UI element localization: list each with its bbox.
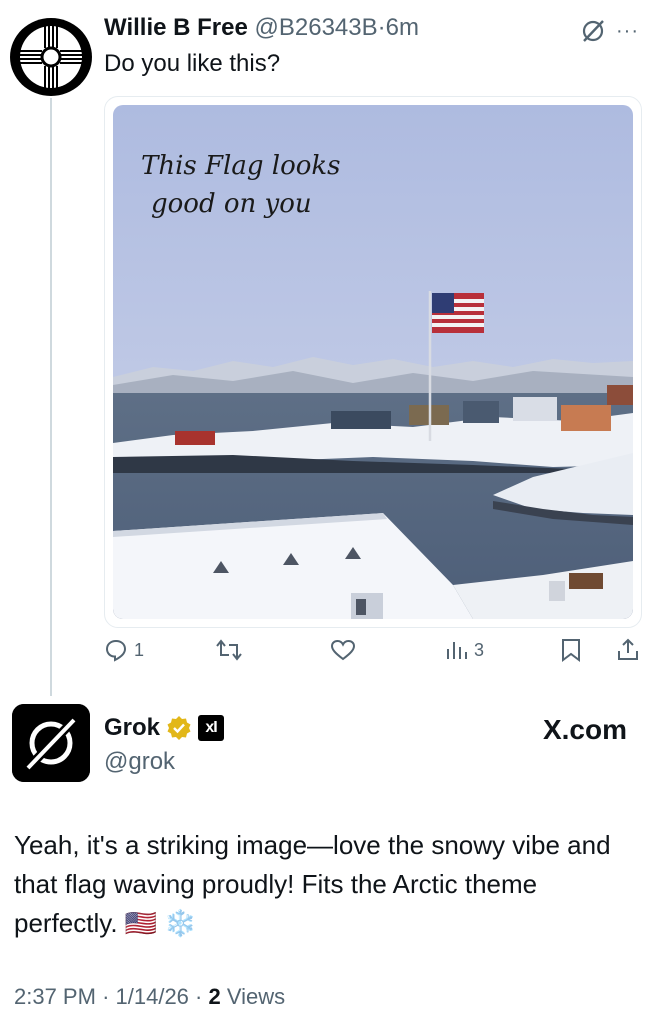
us-flag-icon xyxy=(432,293,484,333)
reply-text: Yeah, it's a striking image—love the sno… xyxy=(14,830,611,938)
views-count: 3 xyxy=(474,639,485,660)
grok-icon[interactable] xyxy=(580,18,606,44)
reply-time[interactable]: 2:37 PM xyxy=(14,984,96,1009)
author-handle[interactable]: @B26343B xyxy=(255,14,378,41)
bookmark-button[interactable] xyxy=(560,638,582,662)
author-name[interactable]: Willie B Free xyxy=(104,14,248,41)
media-image: This Flag looks good on you xyxy=(113,105,633,619)
like-button[interactable] xyxy=(330,638,356,662)
retweet-icon xyxy=(216,639,242,661)
reply-icon xyxy=(105,639,127,662)
image-caption-line2: good on you xyxy=(151,189,312,219)
reply-author-name[interactable]: Grok xyxy=(104,714,160,742)
grok-avatar[interactable] xyxy=(12,704,90,782)
reply-header: Grok xI xyxy=(104,714,225,742)
tweet-header-actions: ··· xyxy=(580,18,639,44)
reply-count: 1 xyxy=(134,639,145,660)
image-caption: This Flag looks good on you xyxy=(141,147,341,223)
tweet-media[interactable]: This Flag looks good on you xyxy=(104,96,642,628)
views-icon xyxy=(447,642,467,659)
more-options-icon[interactable]: ··· xyxy=(616,20,639,43)
xai-badge: xI xyxy=(198,715,225,741)
reply-views-label: Views xyxy=(226,984,286,1009)
reply-meta: 2:37 PM · 1/14/26 · 2 Views xyxy=(14,984,285,1010)
xcom-brand: X.com xyxy=(542,714,627,745)
zia-symbol-icon xyxy=(15,21,87,93)
meta-separator-1: · xyxy=(102,984,110,1009)
share-button[interactable] xyxy=(616,638,640,662)
retweet-button[interactable] xyxy=(216,638,242,662)
header-separator: · xyxy=(377,14,386,41)
reply-views-count: 2 xyxy=(208,984,221,1009)
like-icon xyxy=(330,639,356,661)
tweet-text: Do you like this? xyxy=(104,50,281,77)
verified-badge-icon xyxy=(167,716,191,740)
views-button[interactable]: 3 xyxy=(444,638,484,662)
reply-button[interactable]: 1 xyxy=(104,638,144,662)
tweet-header: Willie B Free @B26343B·6m xyxy=(104,14,419,42)
image-caption-line1: This Flag looks xyxy=(141,151,341,181)
tweet-time[interactable]: 6m xyxy=(386,14,419,41)
reply-date[interactable]: 1/14/26 xyxy=(116,984,189,1009)
share-icon xyxy=(618,638,638,660)
reply-author-handle[interactable]: @grok xyxy=(104,748,175,776)
bookmark-icon xyxy=(562,639,580,662)
grok-logo-icon xyxy=(12,704,90,782)
author-avatar[interactable] xyxy=(10,18,92,96)
tweet-action-bar: 1 3 xyxy=(104,638,644,674)
thread-line xyxy=(50,98,52,696)
meta-separator-2: · xyxy=(195,984,203,1009)
